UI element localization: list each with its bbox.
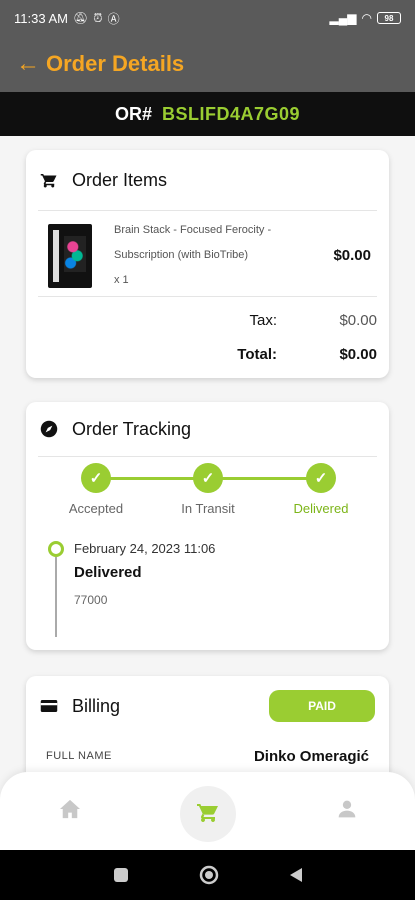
- wifi-icon: ◠: [361, 11, 372, 25]
- home-icon[interactable]: [57, 796, 83, 822]
- system-navigation-bar: [0, 850, 415, 900]
- product-quantity: x 1: [114, 274, 129, 286]
- tax-value: $0.00: [339, 311, 377, 329]
- divider: [38, 296, 377, 297]
- user-icon[interactable]: [334, 796, 360, 822]
- notification-icon: Ⓐ: [107, 11, 120, 26]
- paid-badge: PAID: [269, 690, 375, 722]
- tax-row: Tax: $0.00: [26, 303, 389, 337]
- total-row: Total: $0.00: [26, 337, 389, 371]
- full-name-label: FULL NAME: [46, 750, 112, 762]
- event-date: February 24, 2023 11:06: [74, 541, 216, 556]
- tax-label: Tax:: [249, 311, 277, 329]
- check-icon: ✓: [81, 463, 111, 493]
- status-time: 11:33 AM: [14, 10, 68, 26]
- cart-icon: [196, 800, 220, 829]
- compass-icon: [40, 420, 58, 438]
- product-name-line1: Brain Stack - Focused Ferocity -: [114, 224, 272, 236]
- tracking-event: February 24, 2023 11:06 Delivered 77000: [26, 537, 389, 653]
- step-in-transit: ✓ In Transit: [158, 463, 258, 516]
- battery-icon: 98: [377, 12, 401, 24]
- order-items-header: Order Items: [26, 150, 389, 210]
- step-delivered: ✓ Delivered: [271, 463, 371, 516]
- order-tracking-header: Order Tracking: [26, 402, 389, 456]
- recents-icon[interactable]: [113, 867, 129, 883]
- order-items-card: Order Items Brain Stack - Focused Feroci…: [26, 150, 389, 378]
- order-tracking-title: Order Tracking: [72, 418, 192, 439]
- cart-icon: [40, 171, 58, 189]
- page-title: Order Details: [46, 51, 185, 76]
- alarm-icon: ⏰︎: [93, 10, 103, 25]
- product-info: Brain Stack - Focused Ferocity - Subscri…: [92, 218, 317, 293]
- order-tracking-card: Order Tracking ✓ Accepted ✓ In Transit ✓…: [26, 402, 389, 650]
- billing-title: Billing: [72, 695, 121, 716]
- status-bar: 11:33 AM 🔕︎ ⏰︎ Ⓐ ▂▄▆ ◠ 98: [0, 0, 415, 36]
- check-icon: ✓: [306, 463, 336, 493]
- back-triangle-icon[interactable]: [289, 867, 303, 883]
- home-button-icon[interactable]: [199, 865, 219, 885]
- full-name-value: Dinko Omeragić: [253, 747, 369, 765]
- billing-full-name-row: FULL NAME Dinko Omeragić: [26, 736, 389, 776]
- cart-nav-button[interactable]: [180, 786, 236, 842]
- step-label: In Transit: [181, 501, 235, 516]
- order-number-value: BSLIFD4A7G09: [161, 103, 301, 124]
- app-bar: ← Order Details: [0, 36, 415, 92]
- tracking-progress: ✓ Accepted ✓ In Transit ✓ Delivered: [26, 457, 389, 537]
- timeline-line: [55, 557, 57, 637]
- order-items-title: Order Items: [72, 169, 168, 190]
- total-label: Total:: [237, 345, 277, 363]
- credit-card-icon: [40, 697, 58, 715]
- event-status: Delivered: [74, 564, 142, 581]
- mute-icon: 🔕︎: [72, 11, 89, 25]
- order-number-banner: OR# BSLIFD4A7G09: [0, 92, 415, 136]
- product-image: [48, 223, 92, 288]
- step-label: Accepted: [68, 501, 124, 516]
- product-price: $0.00: [333, 247, 371, 264]
- step-accepted: ✓ Accepted: [46, 463, 146, 516]
- event-location-code: 77000: [74, 593, 108, 607]
- order-number-label: OR#: [114, 103, 152, 124]
- billing-header: Billing PAID: [26, 676, 389, 736]
- product-name-line2: Subscription (with BioTribe): [114, 249, 249, 261]
- check-icon: ✓: [193, 463, 223, 493]
- back-arrow-icon[interactable]: ←: [16, 50, 46, 78]
- step-label: Delivered: [293, 501, 349, 516]
- bottom-navigation: [0, 772, 415, 850]
- signal-icon: ▂▄▆: [329, 11, 357, 25]
- order-item[interactable]: Brain Stack - Focused Ferocity - Subscri…: [26, 211, 389, 296]
- total-value: $0.00: [339, 345, 377, 363]
- timeline-dot: [48, 541, 64, 557]
- billing-card: Billing PAID FULL NAME Dinko Omeragić: [26, 676, 389, 786]
